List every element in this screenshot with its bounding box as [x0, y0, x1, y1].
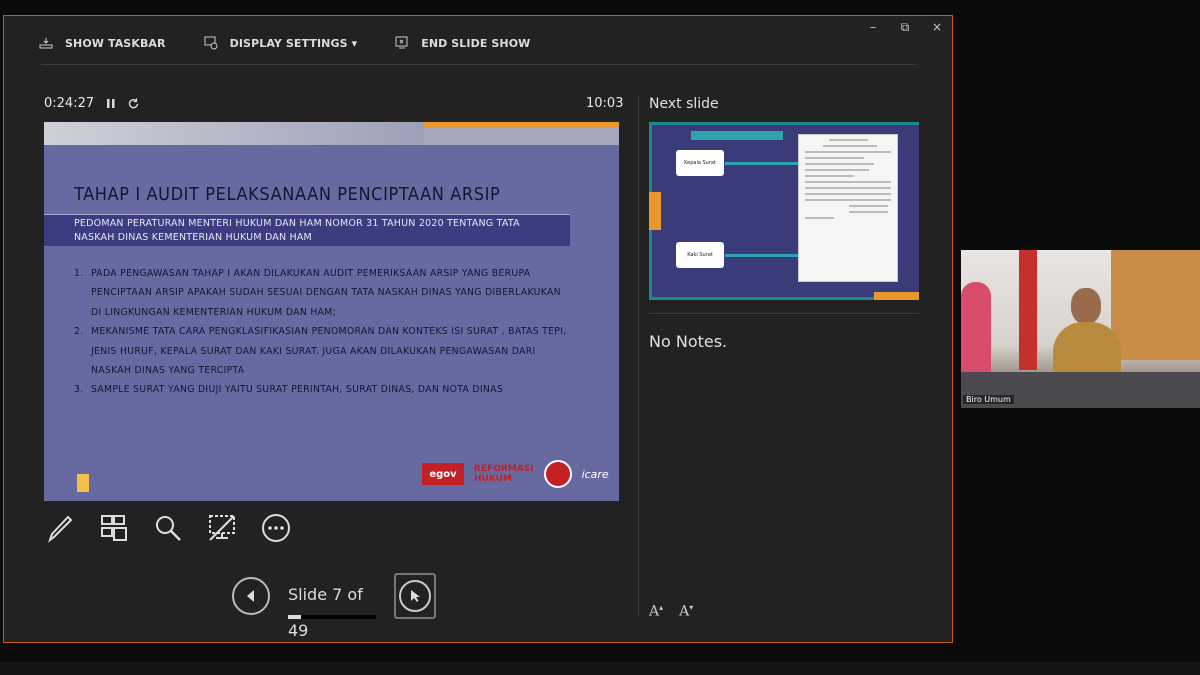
participant-figure — [1053, 288, 1121, 383]
next-slide-thumbnail[interactable]: Kepala Surat Kaki Surat — [649, 122, 919, 300]
zoom-icon[interactable] — [152, 512, 184, 544]
list-item: 1. PADA PENGAWASAN TAHAP I AKAN DILAKUKAN… — [74, 268, 561, 318]
display-settings-button[interactable]: DISPLAY SETTINGS ▾ — [204, 36, 358, 50]
participant-video[interactable]: Biro Umum — [961, 250, 1200, 408]
slide-number-tag — [77, 474, 89, 492]
thumbnail-title-bar — [691, 131, 783, 140]
end-slide-show-button[interactable]: END SLIDE SHOW — [395, 36, 530, 50]
presenter-view-window: – ⧉ × SHOW TASKBAR DISPLAY SETTINGS ▾ EN… — [3, 15, 953, 643]
icare-logo: icare — [581, 467, 609, 481]
list-item: 2. MEKANISME TATA CARA PENGKLASIFIKASIAN … — [74, 326, 567, 377]
emblem-logo — [543, 460, 572, 488]
pane-divider[interactable] — [638, 96, 639, 616]
window-controls: – ⧉ × — [866, 20, 944, 35]
increase-font-button[interactable]: A▴ — [649, 603, 663, 620]
slide-content-list: 1. PADA PENGAWASAN TAHAP I AKAN DILAKUKAN… — [74, 264, 574, 400]
slide-banner: PEDOMAN PERATURAN MENTERI HUKUM DAN HAM … — [44, 214, 570, 246]
more-options-icon[interactable] — [260, 512, 292, 544]
notes-font-controls: A▴ A▾ — [649, 603, 693, 620]
monitor-settings-icon — [204, 36, 218, 50]
slide-tools — [44, 512, 292, 544]
thumbnail-box-header: Kepala Surat — [676, 150, 724, 176]
pause-icon[interactable] — [106, 98, 116, 109]
thumbnail-document — [798, 134, 898, 282]
notes-divider — [649, 313, 919, 314]
presenter-toolbar: SHOW TASKBAR DISPLAY SETTINGS ▾ END SLID… — [39, 36, 530, 50]
close-button[interactable]: × — [930, 20, 944, 35]
timer: 0:24:27 — [44, 96, 139, 111]
slide-navigation: Slide 7 of 49 — [232, 573, 436, 640]
pen-icon[interactable] — [44, 512, 76, 544]
next-slide-button[interactable] — [394, 573, 436, 619]
chevron-left-icon — [247, 590, 254, 602]
end-slide-show-label: END SLIDE SHOW — [421, 36, 531, 50]
participant-figure — [961, 282, 991, 372]
restart-timer-icon[interactable] — [128, 98, 139, 109]
end-show-icon — [395, 36, 408, 49]
current-slide: TAHAP I AUDIT PELAKSANAAN PENCIPTAAN ARS… — [44, 122, 619, 501]
next-slide-label: Next slide — [649, 96, 719, 112]
restore-button[interactable]: ⧉ — [898, 20, 912, 35]
current-time: 10:03 — [586, 96, 624, 111]
minimize-button[interactable]: – — [866, 20, 880, 35]
slide-header-strip — [44, 122, 619, 145]
slide-logos: egov REFORMASI HUKUM icare — [422, 460, 609, 488]
speaker-notes: No Notes. — [649, 332, 728, 351]
see-all-slides-icon[interactable] — [98, 512, 130, 544]
thumbnail-box-footer: Kaki Surat — [676, 242, 724, 268]
taskbar-icon — [39, 38, 53, 49]
egov-logo: egov — [422, 463, 464, 485]
slide-counter[interactable]: Slide 7 of 49 — [288, 577, 378, 640]
slide-title: TAHAP I AUDIT PELAKSANAAN PENCIPTAAN ARS… — [74, 184, 501, 205]
list-item: 3. SAMPLE SURAT YANG DIUJI YAITU SURAT PE… — [74, 384, 504, 396]
show-taskbar-label: SHOW TASKBAR — [65, 36, 166, 50]
previous-slide-button[interactable] — [232, 577, 270, 615]
reformasi-hukum-logo: REFORMASI HUKUM — [474, 464, 534, 484]
show-taskbar-button[interactable]: SHOW TASKBAR — [39, 36, 166, 50]
cursor-icon — [411, 590, 420, 602]
slide-progress-bar — [288, 615, 376, 619]
meeting-controls-bar — [0, 662, 1200, 675]
display-settings-label: DISPLAY SETTINGS ▾ — [229, 36, 358, 50]
participant-name: Biro Umum — [963, 395, 1014, 404]
toolbar-divider — [41, 64, 917, 65]
black-screen-icon[interactable] — [206, 512, 238, 544]
elapsed-time: 0:24:27 — [44, 96, 95, 111]
decrease-font-button[interactable]: A▾ — [679, 603, 693, 620]
